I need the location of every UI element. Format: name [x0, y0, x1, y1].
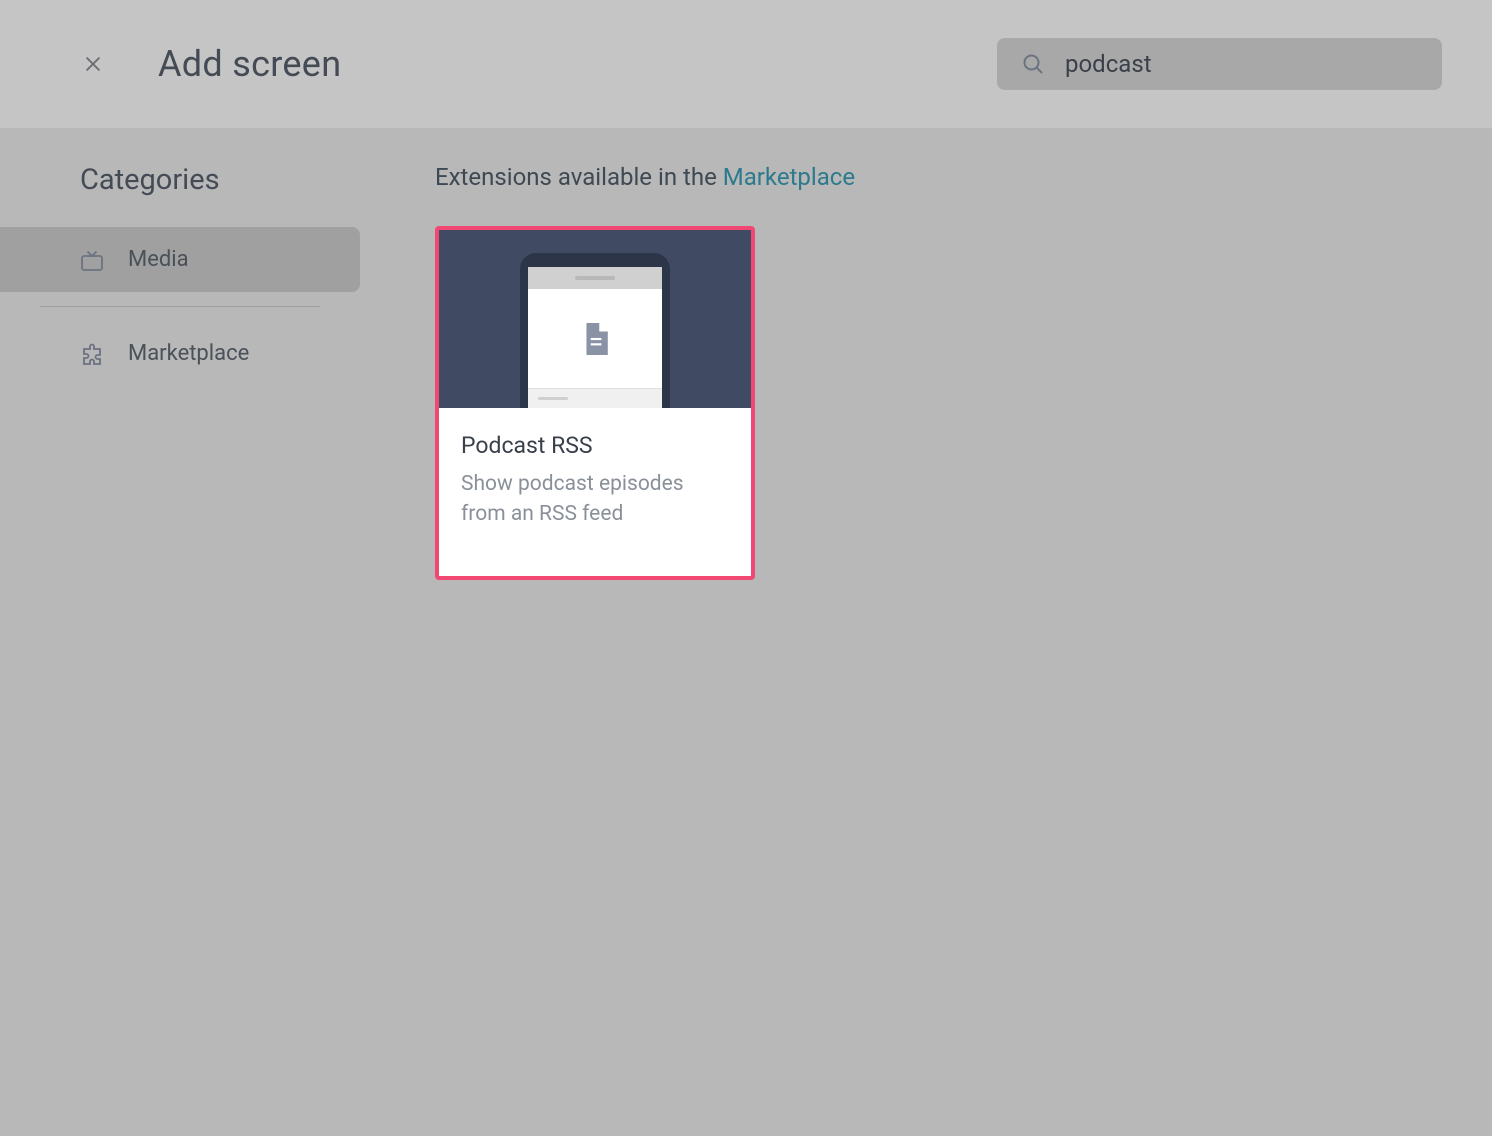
phone-header	[528, 267, 662, 289]
sidebar-item-media[interactable]: Media	[0, 227, 360, 292]
marketplace-link[interactable]: Marketplace	[723, 163, 855, 191]
extensions-heading: Extensions available in the Marketplace	[435, 163, 1417, 191]
search-input[interactable]	[1065, 50, 1418, 78]
sidebar-item-marketplace[interactable]: Marketplace	[0, 321, 360, 386]
card-body: Podcast RSS Show podcast episodes from a…	[439, 408, 751, 576]
phone-footer-line	[538, 397, 568, 400]
sidebar: Categories Media Marketplace	[0, 128, 360, 615]
media-icon	[80, 248, 104, 272]
phone-mockup	[520, 253, 670, 408]
sidebar-item-label: Marketplace	[128, 341, 249, 366]
search-icon	[1021, 52, 1045, 76]
card-preview	[439, 230, 751, 408]
phone-screen	[528, 267, 662, 408]
header-left: Add screen	[80, 43, 341, 85]
search-box[interactable]	[997, 38, 1442, 90]
phone-footer	[528, 388, 662, 408]
main-content: Extensions available in the Marketplace	[360, 128, 1492, 615]
card-title: Podcast RSS	[461, 432, 729, 459]
page-title: Add screen	[158, 43, 341, 85]
categories-title: Categories	[0, 163, 360, 197]
heading-prefix: Extensions available in the	[435, 163, 723, 191]
sidebar-item-label: Media	[128, 247, 189, 272]
puzzle-icon	[80, 342, 104, 366]
close-button[interactable]	[80, 51, 106, 77]
phone-header-line	[575, 276, 615, 280]
document-icon	[582, 323, 608, 355]
content: Categories Media Marketplace Ex	[0, 128, 1492, 615]
header: Add screen	[0, 0, 1492, 128]
phone-content	[528, 289, 662, 388]
card-description: Show podcast episodes from an RSS feed	[461, 469, 729, 530]
sidebar-divider	[40, 306, 320, 307]
extension-card-podcast-rss[interactable]: Podcast RSS Show podcast episodes from a…	[435, 226, 755, 580]
close-icon	[82, 53, 104, 75]
